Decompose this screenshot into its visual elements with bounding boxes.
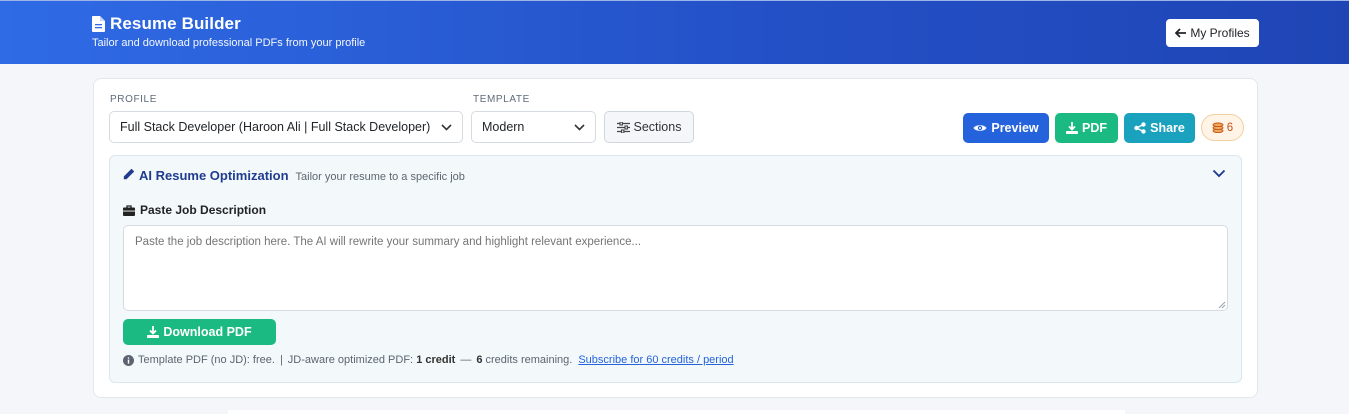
profile-select-value: Full Stack Developer (Haroon Ali | Full …	[120, 120, 431, 134]
credits-badge[interactable]: 6	[1201, 114, 1244, 141]
note-jd-text: JD-aware optimized PDF:	[287, 354, 414, 366]
app-header: Resume Builder Tailor and download profe…	[0, 0, 1349, 64]
sections-label: Sections	[633, 120, 682, 134]
credits-count: 6	[1226, 121, 1234, 134]
info-circle-icon	[123, 354, 134, 366]
share-label: Share	[1150, 121, 1185, 135]
chevron-down-icon	[574, 123, 585, 131]
note-separator: |	[279, 354, 283, 366]
job-description-input[interactable]	[123, 225, 1228, 311]
job-description-label-text: Paste Job Description	[140, 203, 267, 217]
share-button[interactable]: Share	[1124, 113, 1195, 143]
pdf-button[interactable]: PDF	[1055, 113, 1118, 143]
resize-grip-icon[interactable]	[1217, 300, 1226, 309]
template-select-value: Modern	[482, 120, 525, 134]
chevron-down-icon	[441, 123, 452, 131]
app-title-text: Resume Builder	[110, 14, 241, 33]
my-profiles-label: My Profiles	[1190, 26, 1250, 40]
briefcase-icon	[123, 204, 135, 216]
download-pdf-label: Download PDF	[163, 325, 252, 339]
pdf-label: PDF	[1082, 121, 1107, 135]
profile-label: PROFILE	[110, 94, 157, 105]
preview-area-edge	[228, 410, 1125, 414]
chevron-down-icon[interactable]	[1212, 169, 1226, 178]
brand: Resume Builder Tailor and download profe…	[92, 14, 365, 49]
job-description-label: Paste Job Description	[123, 203, 266, 217]
note-dash: —	[460, 354, 472, 366]
eye-icon	[973, 125, 987, 131]
share-icon	[1134, 122, 1146, 134]
download-pdf-button[interactable]: Download PDF	[123, 319, 276, 345]
note-remaining-text: credits remaining.	[485, 354, 573, 366]
note-remaining-count: 6	[476, 354, 483, 366]
my-profiles-button[interactable]: My Profiles	[1166, 19, 1259, 47]
app-title: Resume Builder	[92, 14, 365, 34]
preview-button[interactable]: Preview	[963, 113, 1049, 143]
sliders-icon	[616, 121, 630, 133]
arrow-left-icon	[1175, 28, 1187, 38]
ai-panel-header[interactable]: AI Resume Optimization Tailor your resum…	[123, 168, 465, 183]
ai-panel-title: AI Resume Optimization	[139, 168, 289, 183]
sections-button[interactable]: Sections	[604, 111, 694, 143]
app-subtitle: Tailor and download professional PDFs fr…	[92, 37, 366, 49]
credits-note: Template PDF (no JD): free. | JD-aware o…	[123, 354, 734, 366]
preview-label: Preview	[991, 121, 1039, 135]
subscribe-link[interactable]: Subscribe for 60 credits / period	[578, 354, 733, 366]
download-icon	[1066, 122, 1078, 134]
download-icon	[147, 326, 160, 338]
file-text-icon	[92, 16, 105, 32]
profile-select[interactable]: Full Stack Developer (Haroon Ali | Full …	[109, 111, 463, 143]
pencil-icon	[123, 168, 135, 180]
note-free-text: Template PDF (no JD): free.	[138, 354, 275, 366]
ai-panel-subtitle: Tailor your resume to a specific job	[295, 171, 465, 183]
template-select[interactable]: Modern	[471, 111, 596, 143]
coins-icon	[1212, 122, 1224, 133]
note-credit-cost: 1 credit	[416, 354, 456, 366]
template-label: TEMPLATE	[473, 94, 530, 105]
